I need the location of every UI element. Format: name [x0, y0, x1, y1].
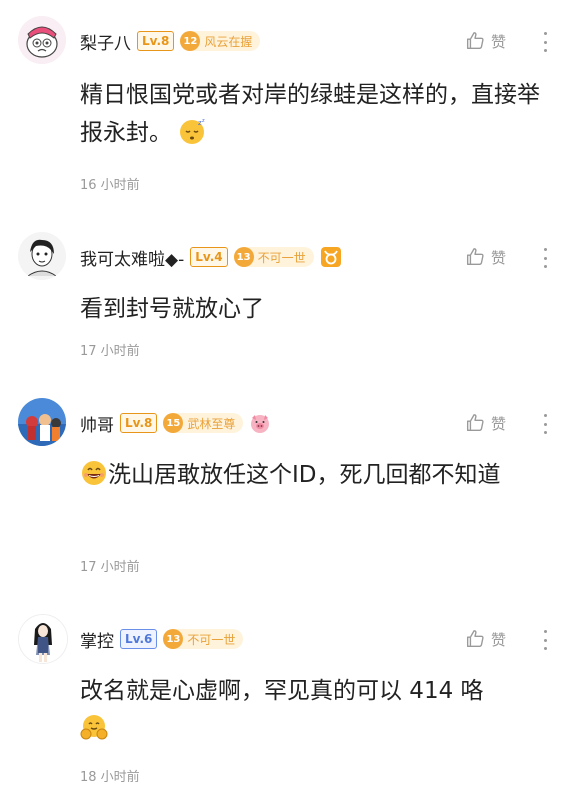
- like-button[interactable]: 赞: [464, 628, 506, 650]
- more-options-icon[interactable]: [538, 412, 552, 436]
- taurus-badge-icon: [320, 246, 342, 268]
- fan-level-number: 13: [233, 247, 254, 267]
- fan-level-number: 15: [163, 413, 184, 433]
- level-badge: Lv.8: [120, 413, 158, 433]
- fan-title: 武林至尊: [187, 416, 236, 431]
- more-options-icon[interactable]: [538, 628, 552, 652]
- avatar[interactable]: [18, 398, 66, 446]
- sleeping-emoji: z z: [179, 117, 207, 145]
- thumbs-up-icon: [466, 248, 484, 266]
- comment-text-content: 改名就是心虚啊，罕见真的可以 414 咯: [80, 678, 484, 704]
- fan-badge: 13 不可一世: [233, 247, 314, 267]
- fan-level-number: 13: [163, 629, 184, 649]
- level-badge: Lv.8: [137, 31, 175, 51]
- username[interactable]: 掌控: [80, 627, 114, 652]
- fist-hands-emoji: [80, 713, 108, 741]
- svg-text:z: z: [202, 118, 205, 124]
- timestamp: 16 小时前: [80, 178, 140, 193]
- username[interactable]: 帅哥: [80, 411, 114, 436]
- fan-badge: 12 风云在握: [180, 31, 261, 51]
- comment-text-content: 精日恨国党或者对岸的绿蛙是这样的，直接举报永封。: [80, 82, 540, 146]
- fan-title: 不可一世: [187, 632, 236, 647]
- comment-text: 看到封号就放心了: [80, 296, 264, 322]
- fan-level-number: 12: [180, 31, 201, 51]
- avatar-photo-image: [18, 398, 66, 446]
- fan-title: 不可一世: [257, 250, 306, 265]
- comment-text: 精日恨国党或者对岸的绿蛙是这样的，直接举报永封。 z z: [80, 76, 558, 152]
- grinning-emoji: [80, 459, 108, 487]
- like-label: 赞: [491, 414, 507, 433]
- like-button[interactable]: 赞: [464, 412, 506, 434]
- avatar[interactable]: [18, 232, 66, 280]
- avatar-cartoon-image: [18, 16, 66, 64]
- timestamp: 17 小时前: [80, 344, 140, 359]
- comment-text: 洗山居敢放任这个ID，死几回都不知道: [80, 456, 558, 494]
- more-options-icon[interactable]: [538, 246, 552, 270]
- thumbs-up-icon: [466, 414, 484, 432]
- comment-text-content: 洗山居敢放任这个ID，死几回都不知道: [108, 462, 501, 488]
- timestamp: 17 小时前: [80, 560, 140, 575]
- more-options-icon[interactable]: [538, 30, 552, 54]
- thumbs-up-icon: [466, 630, 484, 648]
- avatar[interactable]: [18, 16, 66, 64]
- pig-icon: [249, 412, 271, 434]
- fan-badge: 15 武林至尊: [163, 413, 244, 433]
- username[interactable]: 梨子八: [80, 29, 131, 54]
- fan-badge: 13 不可一世: [163, 629, 244, 649]
- avatar-illustration-image: [19, 615, 67, 663]
- avatar-sketch-image: [18, 232, 66, 280]
- comment-text: 改名就是心虚啊，罕见真的可以 414 咯: [80, 672, 558, 748]
- avatar[interactable]: [18, 614, 68, 664]
- timestamp: 18 小时前: [80, 770, 140, 785]
- level-badge: Lv.6: [120, 629, 158, 649]
- like-label: 赞: [491, 248, 507, 267]
- like-button[interactable]: 赞: [464, 246, 506, 268]
- like-label: 赞: [491, 32, 507, 51]
- thumbs-up-icon: [466, 32, 484, 50]
- username[interactable]: 我可太难啦◆-: [80, 245, 184, 270]
- like-label: 赞: [491, 630, 507, 649]
- fan-title: 风云在握: [204, 34, 253, 49]
- like-button[interactable]: 赞: [464, 30, 506, 52]
- level-badge: Lv.4: [190, 247, 228, 267]
